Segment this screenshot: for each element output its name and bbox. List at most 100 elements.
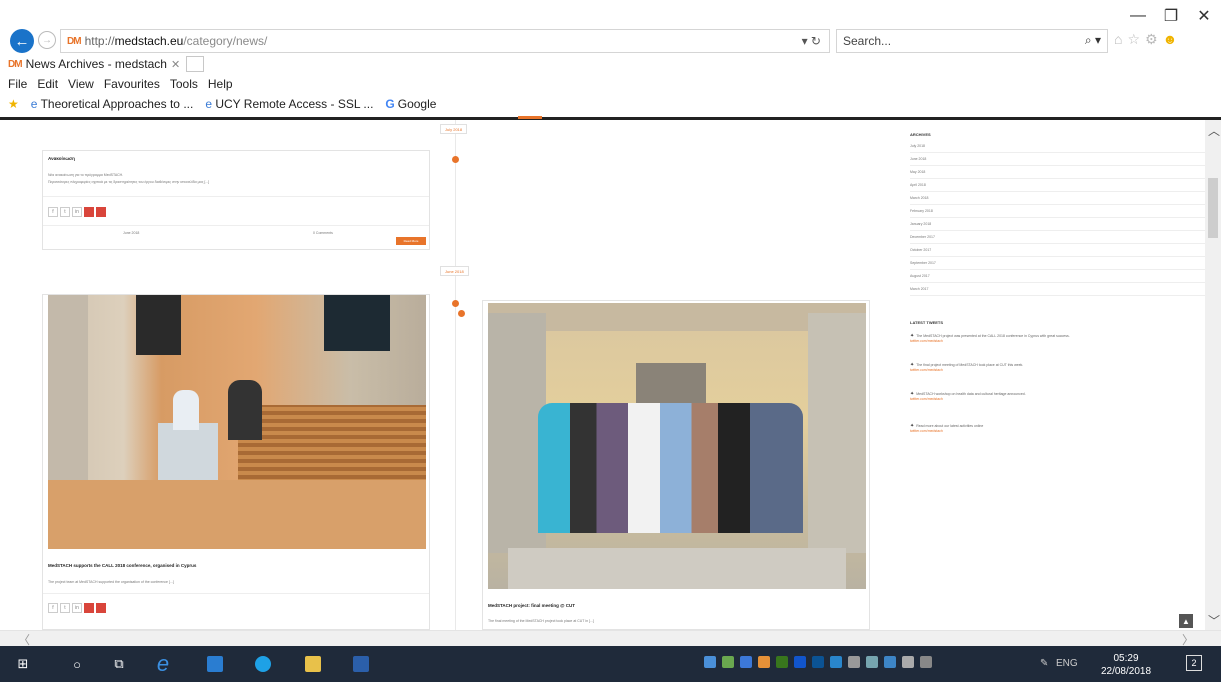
refresh-icon[interactable]: ▾ ↻ xyxy=(802,34,821,48)
twitter-share-icon[interactable]: t xyxy=(60,207,70,217)
menu-tools[interactable]: Tools xyxy=(170,77,198,91)
tweet-link[interactable]: twitter.com/medstach xyxy=(910,368,943,372)
skype-taskbar[interactable] xyxy=(250,652,276,676)
post-title[interactable]: Ανακοίνωση xyxy=(48,156,75,161)
scrollbar-thumb[interactable] xyxy=(1208,178,1218,238)
tweet-link[interactable]: twitter.com/medstach xyxy=(910,397,943,401)
search-button[interactable]: ○ xyxy=(64,652,90,676)
word-taskbar[interactable] xyxy=(348,652,374,676)
site-favicon-icon: DM xyxy=(67,35,82,47)
tray-app-icon[interactable] xyxy=(740,656,752,668)
minimize-button[interactable]: — xyxy=(1123,4,1153,28)
start-button[interactable]: ⊞ xyxy=(10,652,36,676)
menu-edit[interactable]: Edit xyxy=(37,77,58,91)
tray-app-icon[interactable] xyxy=(704,656,716,668)
linkedin-share-icon[interactable]: in xyxy=(72,603,82,613)
linkedin-share-icon[interactable]: in xyxy=(72,207,82,217)
menu-help[interactable]: Help xyxy=(208,77,233,91)
scroll-down-icon[interactable]: ﹀ xyxy=(1208,612,1220,629)
scroll-up-icon[interactable]: ︿ xyxy=(1208,122,1220,139)
favourite-item-theoretical[interactable]: e Theoretical Approaches to ... xyxy=(31,97,194,111)
google-share-icon[interactable] xyxy=(84,207,94,217)
post-excerpt: Νέα ανακοίνωση για το πρόγραμμα MedSTACH… xyxy=(48,173,124,177)
menu-file[interactable]: File xyxy=(8,77,27,91)
tab-close-icon[interactable]: ✕ xyxy=(171,58,180,71)
divider xyxy=(43,593,429,594)
tray-app-icon[interactable] xyxy=(866,656,878,668)
post-comments[interactable]: 0 Comments xyxy=(313,231,333,235)
skype-icon xyxy=(255,656,271,672)
tweet-link[interactable]: twitter.com/medstach xyxy=(910,339,943,343)
system-clock[interactable]: 05:29 22/08/2018 xyxy=(1098,652,1154,678)
forward-button[interactable]: → xyxy=(38,31,56,49)
favourites-star-icon[interactable]: ★ xyxy=(8,97,19,111)
language-indicator[interactable]: ENG xyxy=(1056,658,1078,669)
archive-link[interactable]: December 2017 xyxy=(910,233,1205,244)
address-bar[interactable]: DM http:// medstach.eu /category/news/ ▾… xyxy=(60,29,830,53)
tray-app-icon[interactable] xyxy=(758,656,770,668)
menu-bar: File Edit View Favourites Tools Help xyxy=(8,77,233,91)
favourite-item-google[interactable]: G Google xyxy=(385,97,436,111)
read-more-button[interactable]: Read More xyxy=(396,237,426,245)
file-explorer-taskbar[interactable] xyxy=(300,652,326,676)
archive-link[interactable]: January 2018 xyxy=(910,220,1205,231)
favourite-item-ucy[interactable]: e UCY Remote Access - SSL ... xyxy=(205,97,373,111)
favourites-star-icon[interactable]: ☆ xyxy=(1127,31,1140,48)
restore-button[interactable]: ❐ xyxy=(1156,4,1186,28)
archive-link[interactable]: August 2017 xyxy=(910,272,1205,283)
settings-gear-icon[interactable]: ⚙ xyxy=(1145,31,1158,48)
archive-link[interactable]: April 2018 xyxy=(910,181,1205,192)
tray-app-icon[interactable] xyxy=(884,656,896,668)
network-icon[interactable] xyxy=(902,656,914,668)
search-input[interactable]: Search... ⌕ ▾ xyxy=(836,29,1108,53)
horizontal-scrollbar[interactable]: 〈 〉 xyxy=(0,630,1221,647)
scroll-to-top-button[interactable]: ▲ xyxy=(1179,614,1193,628)
facebook-share-icon[interactable]: f xyxy=(48,603,58,613)
archive-link[interactable]: September 2017 xyxy=(910,259,1205,270)
archive-link[interactable]: March 2018 xyxy=(910,194,1205,205)
post-image-conference[interactable] xyxy=(48,295,426,549)
archive-link[interactable]: February 2018 xyxy=(910,207,1205,218)
tray-app-icon[interactable] xyxy=(830,656,842,668)
tray-app-icon[interactable] xyxy=(794,656,806,668)
menu-favourites[interactable]: Favourites xyxy=(104,77,160,91)
email-share-icon[interactable] xyxy=(96,603,106,613)
menu-view[interactable]: View xyxy=(68,77,94,91)
archive-link[interactable]: June 2018 xyxy=(910,155,1205,166)
feedback-smiley-icon[interactable]: ☻ xyxy=(1163,31,1178,48)
email-share-icon[interactable] xyxy=(96,207,106,217)
column-shape xyxy=(808,313,866,553)
facebook-share-icon[interactable]: f xyxy=(48,207,58,217)
tray-app-icon[interactable] xyxy=(776,656,788,668)
action-center-button[interactable]: 2 xyxy=(1186,655,1202,671)
url-prefix: http:// xyxy=(84,34,115,48)
archive-link[interactable]: July 2018 xyxy=(910,142,1205,153)
twitter-share-icon[interactable]: t xyxy=(60,603,70,613)
archive-link[interactable]: May 2018 xyxy=(910,168,1205,179)
post-image-group-photo[interactable] xyxy=(488,303,866,589)
google-share-icon[interactable] xyxy=(84,603,94,613)
cortana-circle-icon: ○ xyxy=(73,656,81,672)
archive-link[interactable]: October 2017 xyxy=(910,246,1205,257)
task-view-button[interactable]: ⧉ xyxy=(106,652,132,676)
volume-icon[interactable] xyxy=(920,656,932,668)
share-buttons: f t in xyxy=(48,207,106,217)
pen-icon[interactable]: ✎ xyxy=(1040,658,1048,669)
tray-app-icon[interactable] xyxy=(722,656,734,668)
new-tab-button[interactable] xyxy=(186,56,205,72)
vertical-scrollbar[interactable]: ︿ ﹀ xyxy=(1205,120,1221,630)
tab-news-archives[interactable]: DM News Archives - medstach ✕ xyxy=(8,57,180,71)
tweet-link[interactable]: twitter.com/medstach xyxy=(910,429,943,433)
tray-app-icon[interactable] xyxy=(812,656,824,668)
post-title[interactable]: MedSTACH project: final meeting @ CUT xyxy=(488,603,575,608)
url-host: medstach.eu xyxy=(114,34,184,48)
home-icon[interactable]: ⌂ xyxy=(1114,31,1122,48)
post-title[interactable]: MedSTACH supports the CALL 2018 conferen… xyxy=(48,563,196,568)
search-icon[interactable]: ⌕ ▾ xyxy=(1085,33,1101,48)
back-button[interactable]: ← xyxy=(10,29,34,53)
archive-link[interactable]: March 2017 xyxy=(910,285,1205,296)
tray-app-icon[interactable] xyxy=(848,656,860,668)
outlook-taskbar[interactable] xyxy=(202,652,228,676)
internet-explorer-taskbar[interactable]: e xyxy=(150,651,176,676)
close-button[interactable]: ✕ xyxy=(1189,4,1219,28)
